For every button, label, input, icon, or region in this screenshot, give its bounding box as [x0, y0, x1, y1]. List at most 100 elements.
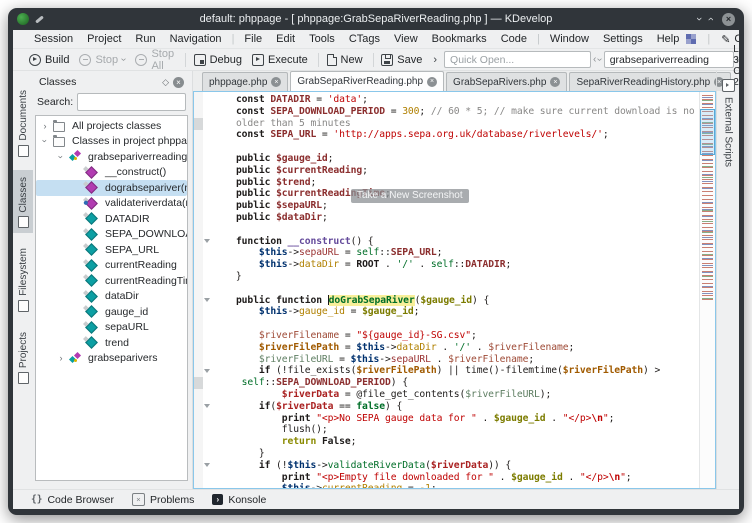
tree-item[interactable]: ›Classes in project phppage: [36, 134, 187, 150]
code-line[interactable]: $riverFilename = "${gauge_id}-SG.csv";: [213, 330, 700, 342]
code-line[interactable]: print "<p>Empty file downloaded for " . …: [213, 472, 700, 484]
code-line[interactable]: $this->sepaURL = self::SEPA_URL;: [213, 247, 700, 259]
classes-search-input[interactable]: [77, 93, 186, 111]
code-line[interactable]: }: [213, 448, 700, 460]
tab-GrabSepaRivers.php[interactable]: GrabSepaRivers.php×: [446, 72, 567, 91]
bottom-button-code-browser[interactable]: {}Code Browser: [31, 494, 114, 506]
menu-tools[interactable]: Tools: [302, 33, 342, 45]
code-area[interactable]: const DATADIR = 'data'; const SEPA_DOWNL…: [193, 91, 716, 489]
quickopen-dropdown-icon[interactable]: ›: [595, 58, 606, 61]
close-tab-icon[interactable]: ×: [550, 77, 560, 87]
fold-arrow-icon[interactable]: [204, 369, 210, 373]
code-line[interactable]: public $currentReading;: [213, 165, 700, 177]
expander-icon[interactable]: ›: [57, 353, 65, 363]
code-line[interactable]: const DATADIR = 'data';: [213, 94, 700, 106]
close-icon[interactable]: ×: [722, 13, 735, 26]
code-line[interactable]: if($riverData == false) {: [213, 401, 700, 413]
tree-item[interactable]: ›currentReading: [36, 258, 187, 274]
code-line[interactable]: $riverFilePath = $this->dataDir . '/' . …: [213, 342, 700, 354]
code-line[interactable]: print "<p>No SEPA gauge data for " . $ga…: [213, 413, 700, 425]
code-line[interactable]: $this->dataDir = ROOT . '/' . self::DATA…: [213, 259, 700, 271]
menu-code[interactable]: Code: [494, 33, 534, 45]
search-input[interactable]: [604, 51, 734, 68]
tree-item[interactable]: ›DATADIR: [36, 211, 187, 227]
toolbar-overflow-icon[interactable]: ›: [430, 54, 440, 66]
code-line[interactable]: $riverData = @file_get_contents($riverFi…: [213, 389, 700, 401]
titlebar[interactable]: default: phppage - [ phppage:GrabSepaRiv…: [8, 8, 744, 30]
tree-item[interactable]: ›grabsepariverreading: [36, 149, 187, 165]
build-button[interactable]: Build: [25, 53, 75, 67]
fold-arrow-icon[interactable]: [204, 463, 210, 467]
tree-item[interactable]: ›dograbsepariver(mixed): [36, 180, 187, 196]
code-line[interactable]: older than 5 minutes: [213, 118, 700, 130]
code-line[interactable]: $riverFileURL = $this->sepaURL . $riverF…: [213, 354, 700, 366]
tree-item[interactable]: ›All projects classes: [36, 118, 187, 134]
tree-item[interactable]: ›trend: [36, 335, 187, 351]
code-line[interactable]: public $dataDir;: [213, 212, 700, 224]
bottom-button-problems[interactable]: ×Problems: [132, 493, 194, 506]
menu-bookmarks[interactable]: Bookmarks: [425, 33, 494, 45]
code-line[interactable]: function __construct() {: [213, 236, 700, 248]
tree-item[interactable]: ›validateriverdata(mixed): [36, 196, 187, 212]
code-line[interactable]: [213, 318, 700, 330]
sidebar-tab-classes[interactable]: Classes: [13, 170, 33, 234]
menu-file[interactable]: File: [237, 33, 269, 45]
tab-external-scripts[interactable]: External Scripts: [723, 97, 734, 167]
editor-gutter[interactable]: [194, 92, 210, 488]
expander-icon[interactable]: ›: [56, 153, 66, 161]
minimap-viewport[interactable]: [700, 109, 715, 155]
stop-all-button[interactable]: Stop All: [131, 47, 180, 73]
save-button[interactable]: Save: [377, 53, 428, 67]
tree-item[interactable]: ›__construct(): [36, 165, 187, 181]
tab-GrabSepaRiverReading.php[interactable]: GrabSepaRiverReading.php×: [290, 71, 444, 91]
code-line[interactable]: [213, 141, 700, 153]
execute-button[interactable]: Execute: [248, 53, 314, 67]
code-line[interactable]: }: [213, 271, 700, 283]
close-tab-icon[interactable]: ×: [271, 77, 281, 87]
code-line[interactable]: const SEPA_URL = 'http://apps.sepa.org.u…: [213, 129, 700, 141]
menu-settings[interactable]: Settings: [596, 33, 650, 45]
tree-item[interactable]: ›SEPA_DOWNLOAD_PERIOD: [36, 227, 187, 243]
code-line[interactable]: if (!file_exists($riverFilePath) || time…: [213, 365, 700, 377]
menu-view[interactable]: View: [387, 33, 425, 45]
code-line[interactable]: [213, 224, 700, 236]
bottom-button-konsole[interactable]: ›Konsole: [212, 494, 266, 506]
code-line[interactable]: if (!$this->validateRiverData($riverData…: [213, 460, 700, 472]
code-line[interactable]: public $trend;: [213, 177, 700, 189]
tree-item[interactable]: ›grabseparivers: [36, 351, 187, 367]
area-switcher-icon[interactable]: [686, 34, 696, 44]
tree-item[interactable]: ›dataDir: [36, 289, 187, 305]
expander-icon[interactable]: ›: [40, 137, 50, 145]
tree-item[interactable]: ›gauge_id: [36, 304, 187, 320]
menu-project[interactable]: Project: [80, 33, 128, 45]
code-line[interactable]: self::SEPA_DOWNLOAD_PERIOD) {: [213, 377, 700, 389]
fold-arrow-icon[interactable]: [204, 298, 210, 302]
code-lines[interactable]: const DATADIR = 'data'; const SEPA_DOWNL…: [210, 94, 700, 488]
dropdown-icon[interactable]: ›: [118, 58, 129, 61]
expander-icon[interactable]: ›: [41, 121, 49, 131]
menu-edit[interactable]: Edit: [269, 33, 302, 45]
search-dropdown-icon[interactable]: ›: [737, 58, 739, 61]
sidebar-tab-filesystem[interactable]: Filesystem: [13, 241, 33, 317]
tree-item[interactable]: ›currentReadingTime: [36, 273, 187, 289]
menu-ctags[interactable]: CTags: [342, 33, 387, 45]
fold-arrow-icon[interactable]: [204, 239, 210, 243]
code-line[interactable]: $this->currentReading = -1;: [213, 483, 700, 488]
tree-item[interactable]: ›sepaURL: [36, 320, 187, 336]
tree-item[interactable]: ›SEPA_URL: [36, 242, 187, 258]
menu-navigation[interactable]: Navigation: [163, 33, 229, 45]
fold-arrow-icon[interactable]: [204, 404, 210, 408]
close-panel-icon[interactable]: ×: [173, 77, 184, 88]
close-tab-icon[interactable]: ×: [427, 77, 437, 87]
new-button[interactable]: New: [323, 53, 369, 67]
tab-SepaRiverReadingHistory.php[interactable]: SepaRiverReadingHistory.php×: [569, 72, 731, 91]
maximize-icon[interactable]: ›: [706, 17, 716, 21]
menu-help[interactable]: Help: [650, 33, 687, 45]
menu-run[interactable]: Run: [128, 33, 162, 45]
minimap-scrollbar[interactable]: [699, 92, 715, 488]
sidebar-tab-projects[interactable]: Projects: [13, 325, 33, 389]
code-line[interactable]: public function doGrabSepaRiver($gauge_i…: [213, 295, 700, 307]
quick-open-input[interactable]: [444, 51, 591, 68]
sidebar-tab-documents[interactable]: Documents: [13, 83, 33, 162]
menu-session[interactable]: Session: [27, 33, 80, 45]
